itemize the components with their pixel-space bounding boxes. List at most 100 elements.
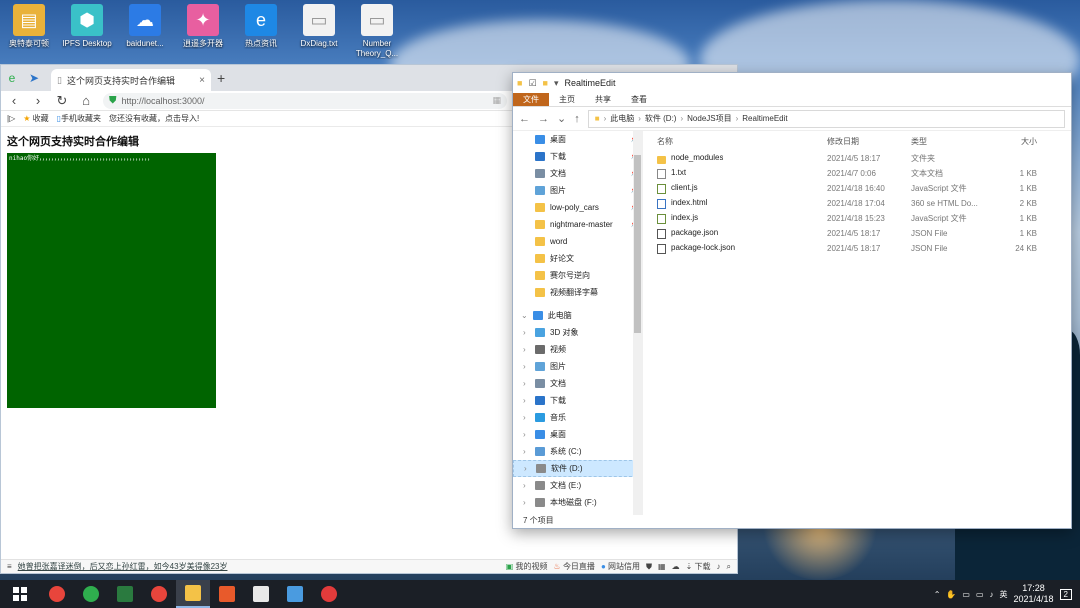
taskbar-app[interactable]	[278, 580, 312, 608]
breadcrumb[interactable]: ■ › 此电脑 › 软件 (D:) › NodeJS项目 › RealtimeE…	[587, 109, 1065, 128]
forward-icon[interactable]: ›	[31, 93, 45, 108]
nav-item[interactable]: › 文档 (E:)	[513, 477, 642, 494]
quick-access-folder-icon[interactable]: ■	[543, 78, 548, 88]
breadcrumb-nodejs[interactable]: NodeJS项目	[687, 113, 731, 124]
nav-item[interactable]: low-poly_cars📌	[513, 199, 642, 216]
network-icon[interactable]: ▭	[976, 590, 984, 599]
breadcrumb-this-pc[interactable]: 此电脑	[610, 113, 634, 124]
desktop-icon[interactable]: ☁ baidunet...	[116, 0, 174, 64]
nav-scrollbar[interactable]	[633, 131, 642, 515]
nav-item[interactable]: › 3D 对象	[513, 324, 642, 341]
sidebar-toggle-icon[interactable]: |▷	[7, 114, 15, 123]
taskbar-app[interactable]	[74, 580, 108, 608]
file-row[interactable]: package.json 2021/4/5 18:17 JSON File 1 KB	[643, 226, 1071, 241]
expand-chevron-icon[interactable]: ›	[523, 362, 526, 371]
close-tab-icon[interactable]: ×	[199, 75, 205, 86]
taskbar-app[interactable]	[210, 580, 244, 608]
column-name[interactable]: 名称	[643, 136, 827, 147]
clock[interactable]: 17:28 2021/4/18	[1014, 583, 1054, 605]
nav-item[interactable]: › 桌面	[513, 426, 642, 443]
search-icon[interactable]: ⌕	[727, 562, 731, 572]
tray-app-icon[interactable]: ✋	[946, 590, 956, 599]
desktop-icon[interactable]: ⬢ IPFS Desktop	[58, 0, 116, 64]
tray-overflow-icon[interactable]: ⌃	[934, 590, 941, 599]
address-bar[interactable]: ⛊ http://localhost:3000/ ▦	[103, 92, 507, 109]
back-icon[interactable]: ‹	[7, 93, 21, 108]
bookmark-favorites[interactable]: ★ 收藏	[23, 113, 48, 124]
site-credit-link[interactable]: ● 网站信用	[601, 561, 640, 572]
desktop-icon[interactable]: ▤ 奥特泰可顿	[0, 0, 58, 64]
file-row[interactable]: index.js 2021/4/18 15:23 JavaScript 文件 1 KB	[643, 211, 1071, 226]
bookmark-mobile[interactable]: ▯手机收藏夹	[57, 113, 101, 124]
nav-item[interactable]: 桌面📌	[513, 131, 642, 148]
file-row[interactable]: 1.txt 2021/4/7 0:06 文本文档 1 KB	[643, 166, 1071, 181]
nav-item[interactable]: 赛尔号逆向	[513, 267, 642, 284]
home-icon[interactable]: ⌂	[79, 93, 93, 108]
nav-item[interactable]: word	[513, 233, 642, 250]
ribbon-tab-home[interactable]: 主页	[549, 93, 585, 106]
taskbar-app[interactable]	[176, 580, 210, 608]
nav-item[interactable]: › 软件 (D:)	[513, 460, 642, 477]
desktop-icon[interactable]: ✦ 逍遥多开器	[174, 0, 232, 64]
browser-tab[interactable]: ▯ 这个网页支持实时合作编辑 ×	[51, 69, 211, 91]
ribbon-tab-share[interactable]: 共享	[585, 93, 621, 106]
news-ticker-link[interactable]: 她曾把张嘉译迷倒，后又恋上孙红雷，如今43岁美得像23岁	[18, 561, 228, 572]
taskbar-app[interactable]	[40, 580, 74, 608]
taskbar-app[interactable]	[312, 580, 346, 608]
column-type[interactable]: 类型	[911, 136, 995, 147]
file-row[interactable]: node_modules 2021/4/5 18:17 文件夹	[643, 151, 1071, 166]
nav-item[interactable]: › 文档	[513, 375, 642, 392]
browser-logo-icon[interactable]: e	[1, 65, 23, 91]
grid-icon[interactable]: ▦	[658, 562, 666, 571]
new-tab-button[interactable]: +	[217, 70, 225, 86]
expand-chevron-icon[interactable]: ›	[523, 430, 526, 439]
nav-item[interactable]: › 本地磁盘 (F:)	[513, 494, 642, 511]
collapse-chevron-icon[interactable]: ⌄	[521, 311, 528, 320]
reload-icon[interactable]: ↻	[55, 93, 69, 109]
expand-chevron-icon[interactable]: ›	[523, 447, 526, 456]
page-action-icon[interactable]: ▦	[492, 95, 501, 106]
taskbar-app[interactable]	[142, 580, 176, 608]
breadcrumb-drive-d[interactable]: 软件 (D:)	[645, 113, 677, 124]
nav-item[interactable]: 下载📌	[513, 148, 642, 165]
nav-item[interactable]: › 音乐	[513, 409, 642, 426]
quick-access-toolbar-check-icon[interactable]: ☑	[528, 78, 536, 89]
toolbar-dropdown-icon[interactable]: ▾	[554, 78, 559, 89]
my-video-link[interactable]: ▣ 我的视频	[506, 561, 548, 572]
up-icon[interactable]: ↑	[574, 113, 580, 125]
volume-icon[interactable]: ♪	[717, 562, 721, 571]
expand-chevron-icon[interactable]: ›	[523, 379, 526, 388]
forward-icon[interactable]: →	[538, 113, 549, 125]
expand-chevron-icon[interactable]: ›	[523, 413, 526, 422]
column-size[interactable]: 大小	[995, 136, 1051, 147]
expand-chevron-icon[interactable]: ›	[524, 464, 527, 473]
back-icon[interactable]: ←	[519, 113, 530, 125]
desktop-icon[interactable]: e 热点资讯	[232, 0, 290, 64]
nav-item[interactable]: 图片📌	[513, 182, 642, 199]
taskbar-app[interactable]	[108, 580, 142, 608]
desktop-icon[interactable]: ▭ DxDiag.txt	[290, 0, 348, 64]
expand-chevron-icon[interactable]: ›	[523, 396, 526, 405]
live-link[interactable]: ♨ 今日直播	[554, 561, 595, 572]
notifications-icon[interactable]: 2	[1059, 588, 1072, 600]
nav-item[interactable]: 好论文	[513, 250, 642, 267]
nav-item[interactable]: 文档📌	[513, 165, 642, 182]
file-row[interactable]: package-lock.json 2021/4/5 18:17 JSON File…	[643, 241, 1071, 256]
nav-item[interactable]: › 视频	[513, 341, 642, 358]
battery-icon[interactable]: ▭	[962, 590, 970, 599]
ime-indicator[interactable]: 英	[1000, 589, 1008, 600]
nav-item[interactable]: nightmare-master📌	[513, 216, 642, 233]
taskbar-app[interactable]	[244, 580, 278, 608]
download-link[interactable]: ⇣ 下载	[686, 561, 711, 572]
file-row[interactable]: index.html 2021/4/18 17:04 360 se HTML Do.…	[643, 196, 1071, 211]
ribbon-tab-view[interactable]: 查看	[621, 93, 657, 106]
nav-item[interactable]: › 下载	[513, 392, 642, 409]
recent-dropdown-icon[interactable]: ⌄	[557, 112, 566, 125]
bookmark-import-hint[interactable]: 您还没有收藏，点击导入!	[109, 113, 199, 124]
nav-item[interactable]: › 系统 (C:)	[513, 443, 642, 460]
nav-this-pc[interactable]: ⌄ 此电脑	[513, 307, 642, 324]
expand-chevron-icon[interactable]: ›	[523, 328, 526, 337]
navigate-icon[interactable]: ➤	[23, 65, 45, 91]
cloud-icon[interactable]: ☁	[672, 562, 680, 571]
nav-item[interactable]: › 图片	[513, 358, 642, 375]
